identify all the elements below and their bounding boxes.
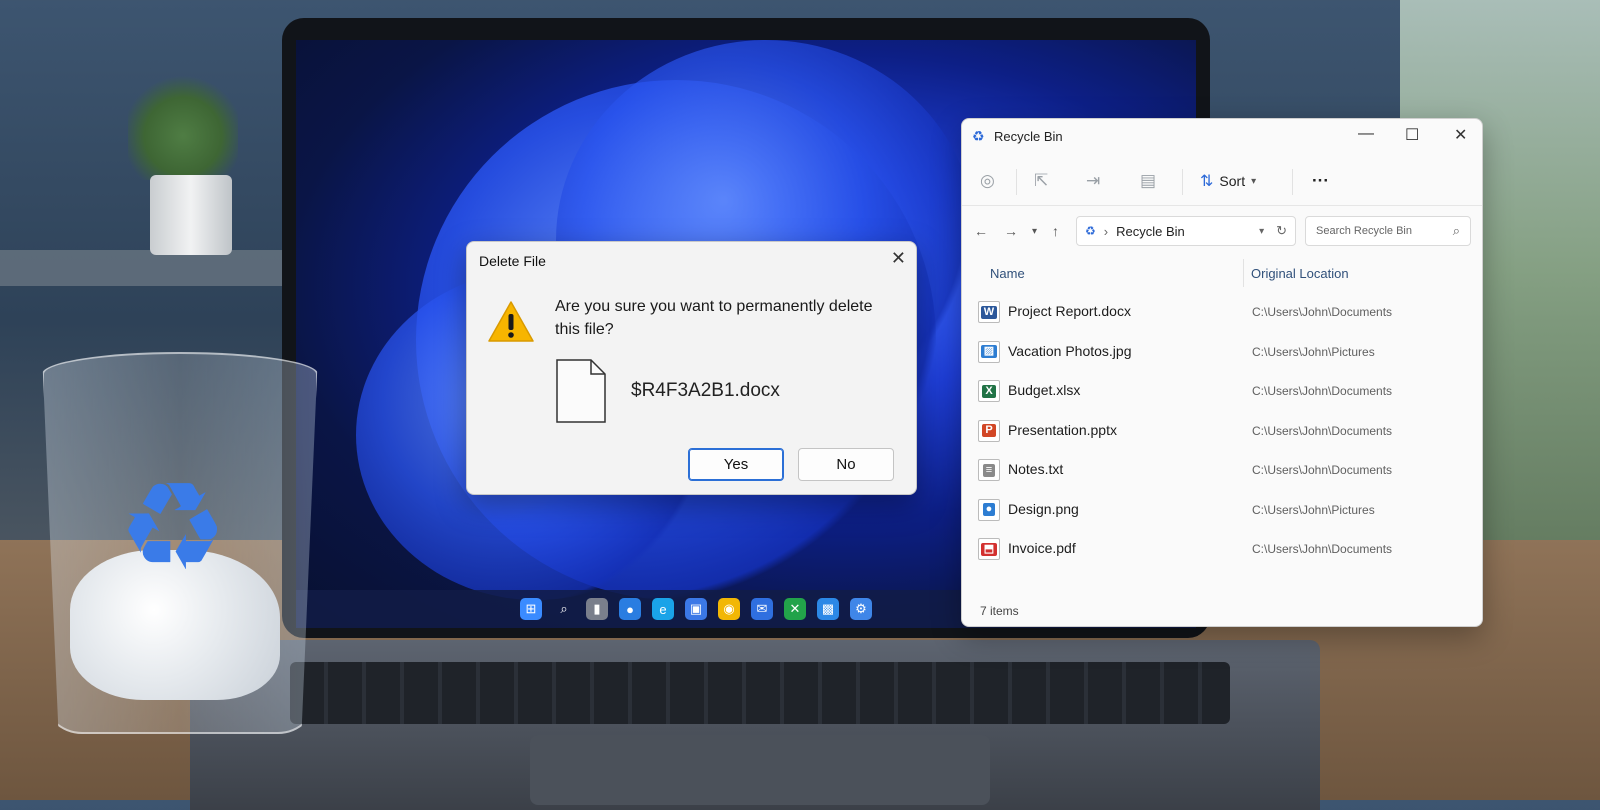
original-location: C:\Users\John\Pictures [1252,502,1375,517]
list-item[interactable]: X Budget.xlsx C:\Users\John\Documents [962,372,1482,410]
settings-icon[interactable]: ⚙ [850,598,872,620]
recycle-bin-icon: ♻ [972,128,985,144]
column-header-original-location[interactable]: Original Location [1251,266,1349,281]
photos-icon[interactable]: ▩ [817,598,839,620]
background-shelf [0,250,300,286]
dialog-title: Delete File [479,253,546,269]
plant [128,70,238,180]
powerpoint-icon: P [978,419,1000,442]
refresh-icon[interactable]: ↻ [1276,223,1287,239]
original-location: C:\Users\John\Pictures [1252,344,1375,359]
file-name: Notes.txt [1008,461,1064,477]
yes-button[interactable]: Yes [688,448,784,481]
keyboard [290,662,1230,724]
column-header-name[interactable]: Name [990,266,1025,281]
restore-icon[interactable]: ◎ [980,171,995,191]
sort-icon: ⇅ [1200,173,1214,190]
recycle-bin-icon: ♻ [1085,224,1096,238]
maximize-button[interactable]: ☐ [1405,125,1419,145]
search-input[interactable]: Search Recycle Bin [1316,225,1412,237]
store-icon[interactable]: ▣ [685,598,707,620]
start-icon[interactable]: ⊞ [520,598,542,620]
recycle-logo-icon: ♻ [118,459,228,595]
file-name: Presentation.pptx [1008,421,1117,438]
sort-button[interactable]: ⇅ Sort ▾ [1200,171,1256,191]
original-location: C:\Users\John\Documents [1252,542,1393,556]
pdf-icon: ⬒ [978,538,1000,560]
original-location: C:\Users\John\Documents [1252,423,1393,438]
word-icon: W [978,301,1000,323]
excel-icon: X [978,380,1000,402]
xbox-icon[interactable]: ✕ [784,598,806,620]
image-icon: ▨ [978,340,1000,363]
recycle-bin-window: ♻ Recycle Bin — ☐ ✕ ◎ ⇱ ⇥ ▤ ⇅ Sort ▾ ···… [961,118,1483,627]
widgets-icon[interactable]: ● [619,598,641,620]
list-item[interactable]: ● Design.png C:\Users\John\Pictures [962,491,1482,529]
address-bar[interactable]: ♻ › Recycle Bin ▾ ↻ [1076,216,1296,246]
chevron-down-icon: ▾ [1251,175,1257,187]
original-location: C:\Users\John\Documents [1252,305,1393,319]
mail-icon[interactable]: ✉ [751,598,773,620]
search-icon[interactable]: ⌕ [553,598,575,620]
document-icon [556,359,606,423]
sort-label: Sort [1219,173,1246,189]
touchpad [530,735,990,805]
clipboard-icon[interactable]: ▤ [1140,171,1156,191]
forward-icon[interactable]: → [1004,223,1018,239]
no-button[interactable]: No [798,448,894,481]
warning-icon [488,301,534,342]
navigation-bar: ← → ▾ ↑ ♻ › Recycle Bin ▾ ↻ Search Recyc… [962,213,1482,253]
edge-icon[interactable]: e [652,598,674,620]
back-icon[interactable]: ← [974,223,988,239]
close-button[interactable]: ✕ [1454,125,1467,145]
file-name: Design.png [1008,500,1079,517]
toolbar: ◎ ⇱ ⇥ ▤ ⇅ Sort ▾ ··· [962,159,1482,206]
up-icon[interactable]: ↑ [1052,223,1059,239]
move-icon[interactable]: ⇥ [1086,171,1100,191]
title-bar: ♻ Recycle Bin — ☐ ✕ [962,119,1482,153]
file-name: Budget.xlsx [1008,382,1081,398]
chevron-down-icon[interactable]: ▾ [1259,226,1264,237]
file-name: Vacation Photos.jpg [1008,342,1132,359]
search-box[interactable]: Search Recycle Bin ⌕ [1305,216,1471,246]
original-location: C:\Users\John\Documents [1252,463,1393,477]
status-bar-count: 7 items [980,604,1019,618]
share-icon[interactable]: ⇱ [1034,171,1048,191]
file-name: Invoice.pdf [1008,540,1076,556]
breadcrumb-chevron-icon: › [1103,223,1109,239]
text-file-icon: ≡ [978,459,1000,481]
list-item[interactable]: W Project Report.docx C:\Users\John\Docume… [962,293,1482,331]
more-options-button[interactable]: ··· [1312,171,1329,191]
list-item[interactable]: P Presentation.pptx C:\Users\John\Document… [962,412,1482,450]
file-name: Project Report.docx [1008,303,1131,319]
png-icon: ● [978,498,1000,521]
list-item[interactable]: ▨ Vacation Photos.jpg C:\Users\John\Pictur… [962,333,1482,371]
chrome-icon[interactable]: ◉ [718,598,740,620]
taskbar-icons: ⊞ ⌕ ▮ ● e ▣ ◉ ✉ ✕ ▩ ⚙ [520,598,872,620]
list-item[interactable]: ≡ Notes.txt C:\Users\John\Documents [962,451,1482,489]
plant-pot [150,175,232,255]
address-text: Recycle Bin [1116,223,1185,239]
task-view-icon[interactable]: ▮ [586,598,608,620]
file-name: $R4F3A2B1.docx [631,380,780,401]
delete-file-dialog: Delete File ✕ Are you sure you want to p… [466,241,917,495]
list-item[interactable]: ⬒ Invoice.pdf C:\Users\John\Documents [962,530,1482,568]
minimize-button[interactable]: — [1358,125,1374,143]
window-title: Recycle Bin [994,129,1063,144]
close-icon[interactable]: ✕ [891,248,906,269]
dialog-message: Are you sure you want to permanently del… [555,298,873,338]
search-icon: ⌕ [1452,223,1460,238]
original-location: C:\Users\John\Documents [1252,384,1393,398]
recent-locations-icon[interactable]: ▾ [1032,226,1037,237]
